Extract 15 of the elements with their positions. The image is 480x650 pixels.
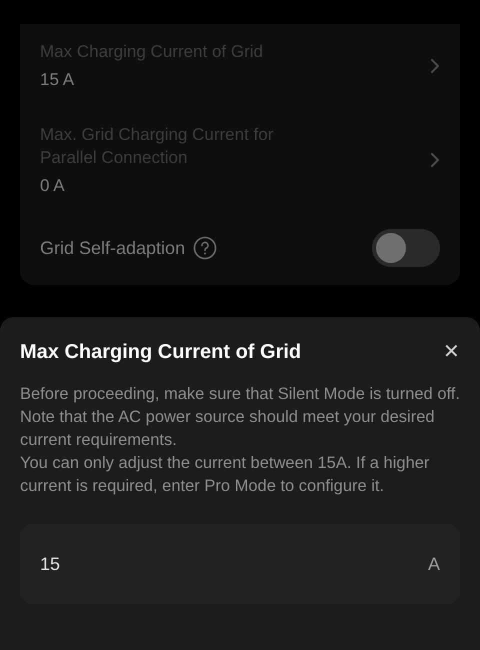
setting-value: 0 A [40, 175, 66, 197]
setting-value: 15 A [40, 69, 76, 91]
notice-text: Note that the AC power source should meet your desired current requirements. [20, 407, 436, 451]
chevron-icon [430, 58, 440, 74]
toggle-switch[interactable] [372, 229, 440, 267]
current-input-field[interactable]: 15 A [20, 524, 460, 604]
notice-text: Before proceeding, make sure that Silent Mode is turned off. [20, 384, 460, 405]
setting-label: Grid Self-adaption [40, 236, 186, 260]
chevron-icon [430, 152, 440, 168]
sheet-title: Max Charging Current of Grid [20, 340, 302, 365]
unit-label: A [428, 552, 440, 576]
close-button[interactable]: ✕ [443, 337, 460, 367]
notice-text: You can only adjust the current between 15A. If a higher current is required, enter Pro Mode to configure it. [20, 453, 430, 497]
input-value: 15 [40, 552, 60, 576]
help-icon[interactable] [193, 236, 218, 260]
